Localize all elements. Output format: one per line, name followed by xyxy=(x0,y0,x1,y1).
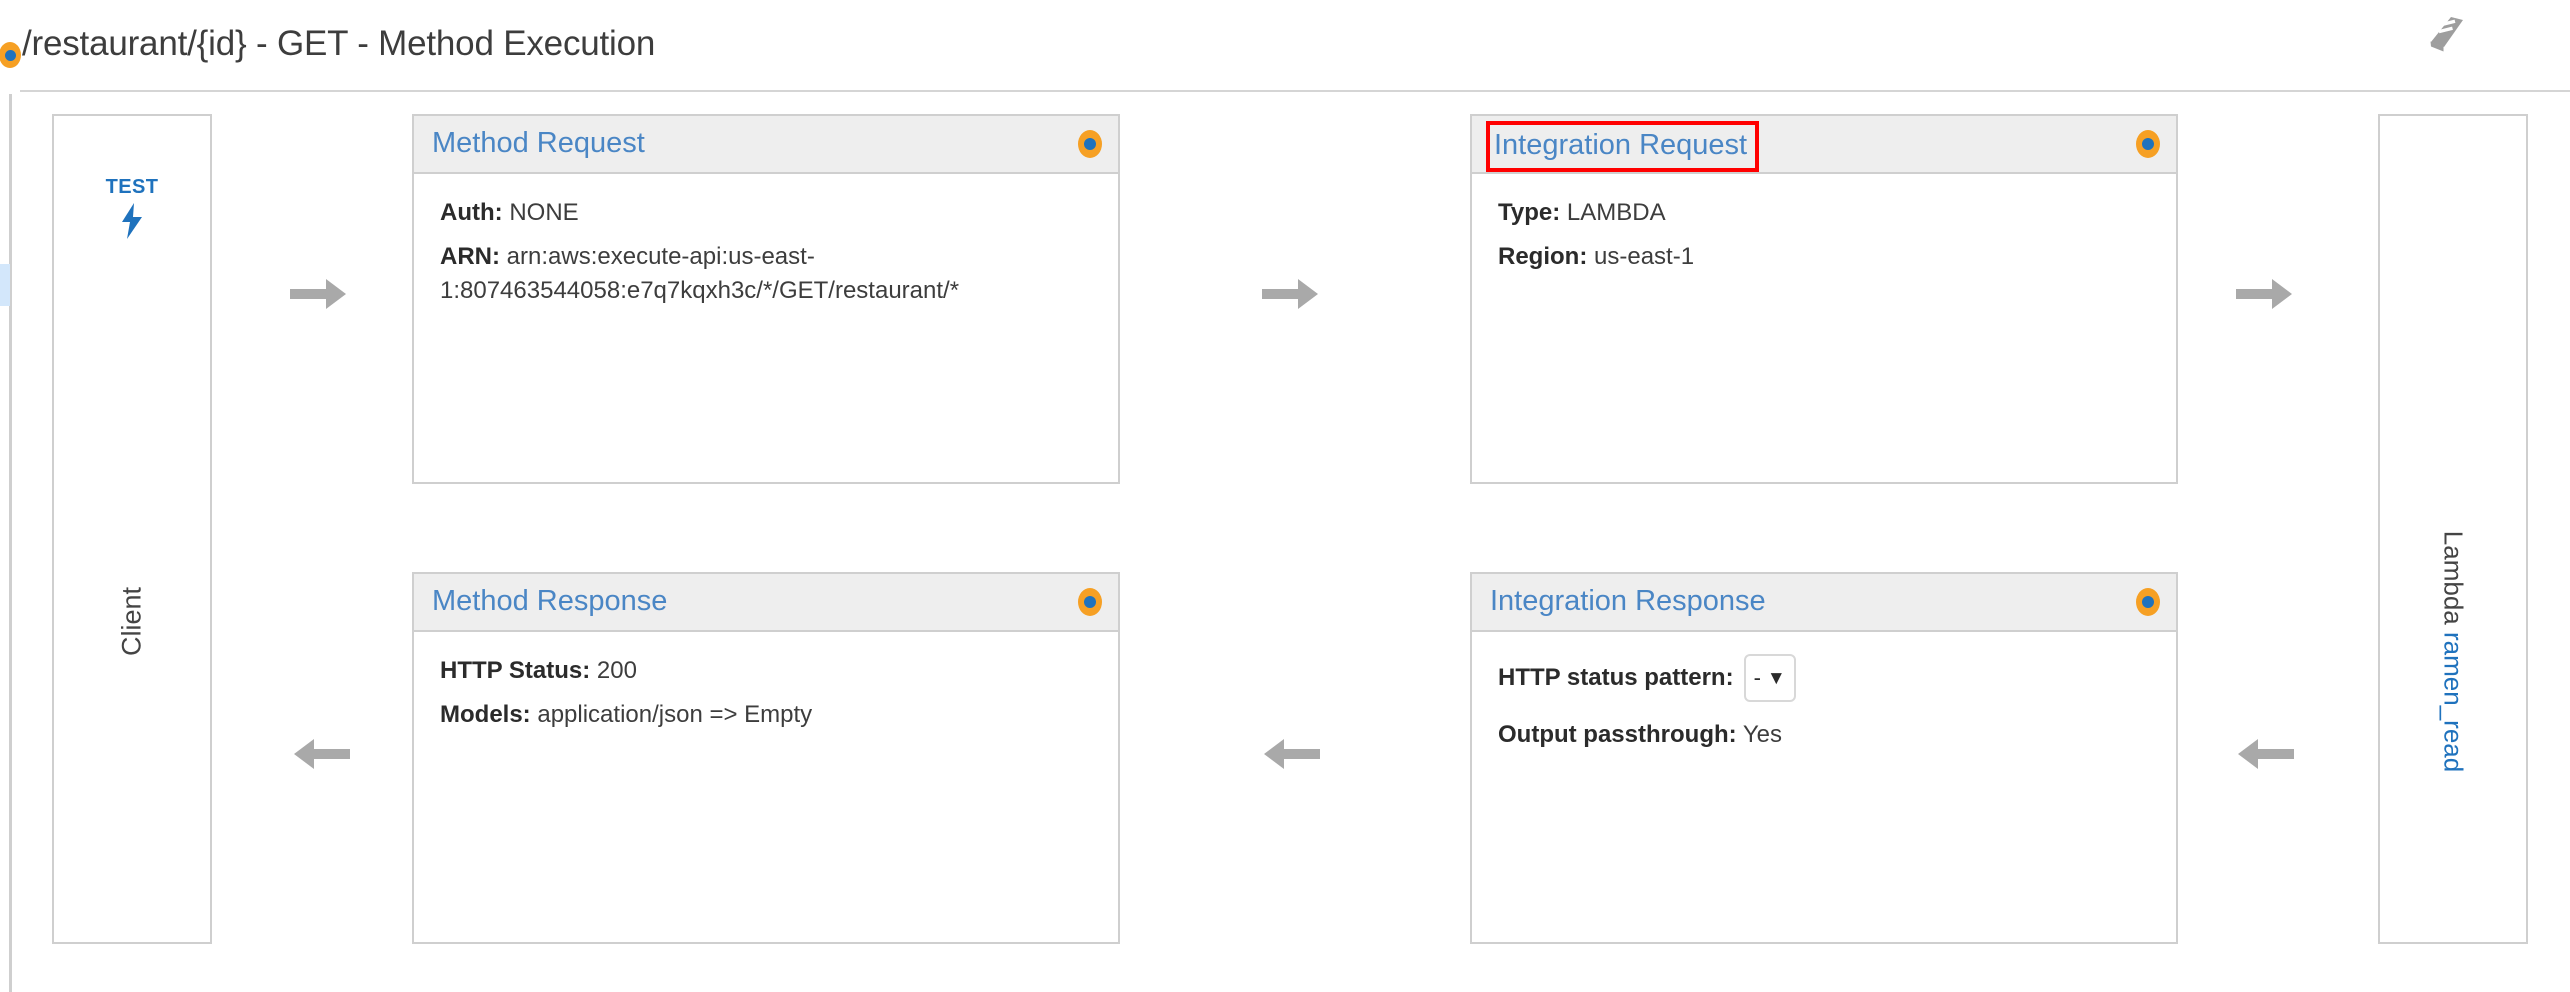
method-response-status-dot-inner xyxy=(1084,596,1096,608)
method-response-title[interactable]: Method Response xyxy=(432,585,667,618)
integration-response-status-pattern-row: HTTP status pattern: - ▼ xyxy=(1498,654,2176,702)
integration-request-type-row: Type: LAMBDA xyxy=(1498,196,2176,230)
integration-request-region-value: us-east-1 xyxy=(1594,243,1695,271)
method-response-status-row: HTTP Status: 200 xyxy=(440,654,1118,688)
method-request-auth-value: NONE xyxy=(509,199,579,226)
integration-request-header: Integration Request xyxy=(1472,116,2176,174)
method-request-arn-label: ARN: xyxy=(440,243,500,271)
arrow-right-method-request-to-integration-request-icon xyxy=(1262,279,1318,309)
client-lane: TEST Client xyxy=(52,114,212,944)
test-button[interactable]: TEST xyxy=(54,176,210,239)
integration-request-status-dot-inner xyxy=(2142,138,2154,150)
method-request-title[interactable]: Method Request xyxy=(432,127,645,160)
method-request-arn-row: ARN: arn:aws:execute-api:us-east-1:80746… xyxy=(440,240,1118,308)
integration-request-region-row: Region: us-east-1 xyxy=(1498,240,2176,274)
method-status-dot-inner xyxy=(4,49,16,61)
integration-request-type-label: Type: xyxy=(1498,199,1561,226)
method-status-dot-icon xyxy=(0,42,21,68)
integration-response-passthrough-value: Yes xyxy=(1742,721,1783,748)
method-request-arn-value: arn:aws:execute-api:us-east-1:8074635440… xyxy=(440,243,960,305)
integration-response-title[interactable]: Integration Response xyxy=(1490,585,1766,618)
lambda-lane: Lambda ramen_read xyxy=(2378,114,2528,944)
lightning-bolt-icon xyxy=(122,203,142,239)
page-title: /restaurant/{id} - GET - Method Executio… xyxy=(22,24,656,63)
integration-response-header: Integration Response xyxy=(1472,574,2176,632)
method-request-status-dot-icon[interactable] xyxy=(1078,130,1102,158)
method-request-auth-row: Auth: NONE xyxy=(440,196,1118,230)
integration-response-passthrough-row: Output passthrough: Yes xyxy=(1498,718,2176,752)
method-request-header: Method Request xyxy=(414,116,1118,174)
method-response-panel: Method Response HTTP Status: 200 Models:… xyxy=(412,572,1120,944)
method-response-body: HTTP Status: 200 Models: application/jso… xyxy=(414,632,1118,732)
lambda-lane-label: Lambda ramen_read xyxy=(2438,531,2469,772)
client-lane-label: Client xyxy=(116,586,147,657)
integration-request-type-value: LAMBDA xyxy=(1566,199,1666,226)
integration-response-passthrough-label: Output passthrough: xyxy=(1498,721,1737,748)
method-response-status-label: HTTP Status: xyxy=(440,657,591,684)
method-response-models-row: Models: application/json => Empty xyxy=(440,698,1118,732)
status-pattern-select[interactable]: - ▼ xyxy=(1743,654,1796,702)
integration-response-status-dot-inner xyxy=(2142,596,2154,608)
integration-response-body: HTTP status pattern: - ▼ Output passthro… xyxy=(1472,632,2176,752)
method-request-panel: Method Request Auth: NONE ARN: arn:aws:e… xyxy=(412,114,1120,484)
method-request-status-dot-inner xyxy=(1084,138,1096,150)
book-icon[interactable] xyxy=(2425,12,2469,54)
method-execution-canvas: /restaurant/{id} - GET - Method Executio… xyxy=(0,0,2570,992)
method-request-body: Auth: NONE ARN: arn:aws:execute-api:us-e… xyxy=(414,174,1118,308)
arrow-right-integration-request-to-lambda-icon xyxy=(2236,279,2292,309)
lambda-service-label: Lambda xyxy=(2438,530,2469,625)
integration-request-region-label: Region: xyxy=(1498,243,1588,271)
method-response-status-value: 200 xyxy=(596,657,637,684)
integration-response-panel: Integration Response HTTP status pattern… xyxy=(1470,572,2178,944)
page-header: /restaurant/{id} - GET - Method Executio… xyxy=(0,0,2570,94)
arrow-left-lambda-to-integration-response-icon xyxy=(2238,739,2294,769)
status-pattern-selected-value: - xyxy=(1753,665,1761,691)
method-request-auth-label: Auth: xyxy=(440,199,503,226)
arrow-left-integration-response-to-method-response-icon xyxy=(1264,739,1320,769)
arrow-right-client-to-method-request-icon xyxy=(290,279,346,309)
integration-request-panel: Integration Request Type: LAMBDA Region:… xyxy=(1470,114,2178,484)
integration-response-status-dot-icon[interactable] xyxy=(2136,588,2160,616)
integration-request-title[interactable]: Integration Request xyxy=(1486,121,1760,172)
scroll-position-marker[interactable] xyxy=(0,264,10,306)
method-response-models-value: application/json => Empty xyxy=(537,701,813,729)
method-response-models-label: Models: xyxy=(440,701,531,729)
lambda-function-link[interactable]: ramen_read xyxy=(2439,632,2469,772)
chevron-down-icon: ▼ xyxy=(1766,667,1786,689)
canvas-left-border xyxy=(9,94,12,992)
method-response-status-dot-icon[interactable] xyxy=(1078,588,1102,616)
header-divider xyxy=(20,90,2570,92)
method-response-header: Method Response xyxy=(414,574,1118,632)
test-label: TEST xyxy=(105,176,159,198)
integration-request-body: Type: LAMBDA Region: us-east-1 xyxy=(1472,174,2176,274)
integration-request-status-dot-icon[interactable] xyxy=(2136,130,2160,158)
integration-response-status-pattern-label: HTTP status pattern: xyxy=(1498,663,1734,691)
arrow-left-method-response-to-client-icon xyxy=(294,739,350,769)
